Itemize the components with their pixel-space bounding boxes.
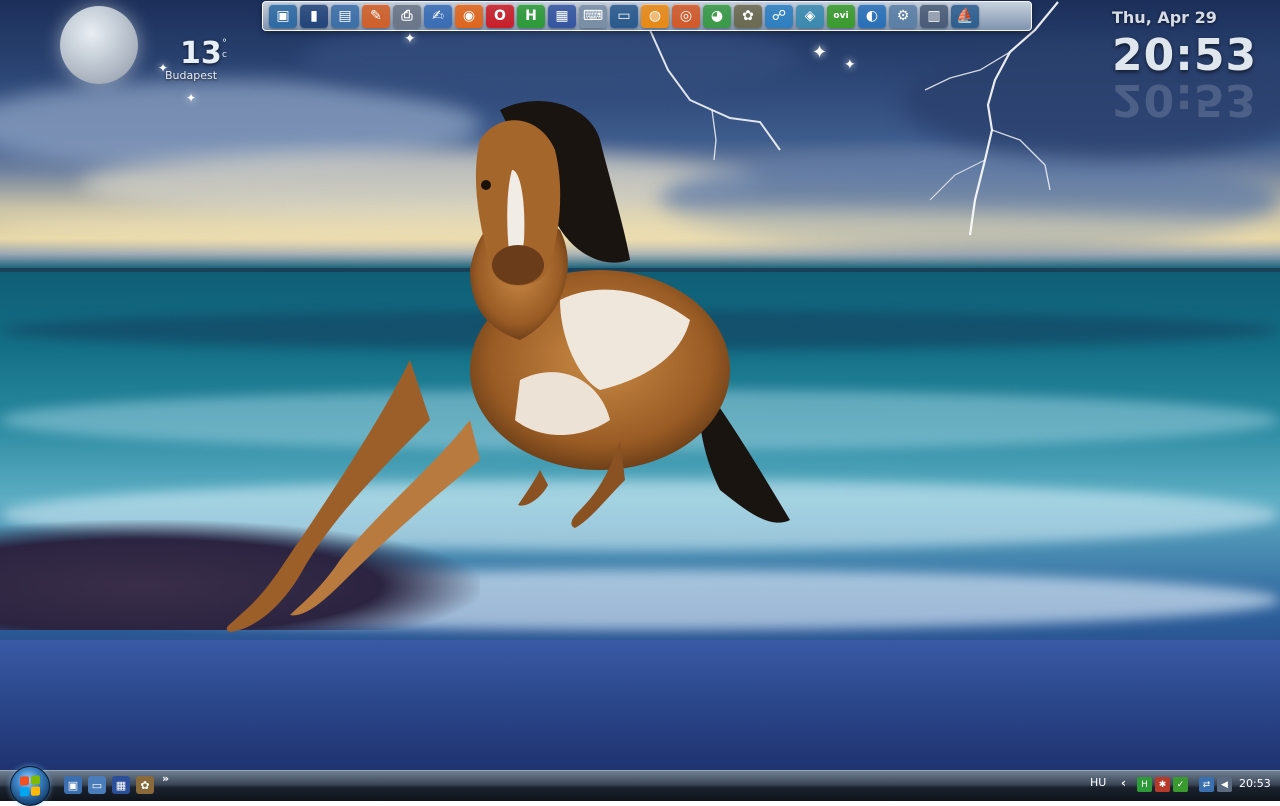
pencil-app-icon[interactable]: ✎ <box>362 4 390 28</box>
quick-launch-screen-icon[interactable]: ▣ <box>64 776 82 794</box>
floppy-disk-icon[interactable]: ▦ <box>548 4 576 28</box>
desktop-wallpaper: ✦ ✦ ✦ ✦ ✦ <box>0 0 1280 770</box>
moon-weather-icon <box>60 6 138 84</box>
tray-app-icon[interactable]: ✱ <box>1155 777 1170 792</box>
star-sparkle-icon: ✦ <box>186 91 197 105</box>
settings-icon[interactable]: ⚙ <box>889 4 917 28</box>
tray-h-icon[interactable]: H <box>1137 777 1152 792</box>
windows-logo-icon <box>20 775 40 797</box>
quick-launch-desktop-icon[interactable]: ▭ <box>88 776 106 794</box>
quick-launch-save-icon[interactable]: ▦ <box>112 776 130 794</box>
tray-network-icon[interactable]: ⇄ <box>1199 777 1214 792</box>
top-dock: ▣ ▮ ▤ ✎ ⎙ ✍ ◉ O H ▦ ⌨ ▭ ◍ ◎ ◕ ✿ ☍ ◈ ovi ◐ ⚙ ▥ ⛵ <box>262 1 1032 31</box>
screen-capture-icon[interactable]: ▣ <box>269 4 297 28</box>
firefox-icon[interactable]: ◉ <box>455 4 483 28</box>
quick-launch-more-button[interactable]: » <box>162 772 169 785</box>
computer-tower-icon[interactable]: ▮ <box>300 4 328 28</box>
globe-icon[interactable]: ◐ <box>858 4 886 28</box>
star-sparkle-icon: ✦ <box>404 31 416 47</box>
orange-swirl-icon[interactable]: ◍ <box>641 4 669 28</box>
tray-check-icon[interactable]: ✓ <box>1173 777 1188 792</box>
chrome-icon[interactable]: ◕ <box>703 4 731 28</box>
opera-icon[interactable]: O <box>486 4 514 28</box>
tray-volume-icon[interactable]: ◀ <box>1217 777 1232 792</box>
weather-unit: c <box>222 50 227 60</box>
start-button[interactable] <box>10 766 50 806</box>
quick-launch-gimp-icon[interactable]: ✿ <box>136 776 154 794</box>
cube-icon[interactable]: ◈ <box>796 4 824 28</box>
monitor-icon[interactable]: ▭ <box>610 4 638 28</box>
taskbar <box>0 770 1280 801</box>
star-sparkle-icon: ✦ <box>844 57 856 73</box>
ovi-icon[interactable]: ovi <box>827 4 855 28</box>
taskbar-clock[interactable]: 20:53 <box>1239 777 1271 790</box>
language-indicator[interactable]: HU <box>1090 776 1106 789</box>
keyboard-icon[interactable]: ⌨ <box>579 4 607 28</box>
disc-icon[interactable]: ◎ <box>672 4 700 28</box>
spreadsheet-icon[interactable]: H <box>517 4 545 28</box>
weather-city: Budapest <box>165 69 218 82</box>
show-hidden-icons-button[interactable]: ‹ <box>1121 776 1126 790</box>
network-icon[interactable]: ☍ <box>765 4 793 28</box>
printer-icon[interactable]: ⎙ <box>393 4 421 28</box>
word-processor-icon[interactable]: ✍ <box>424 4 452 28</box>
gimp-icon[interactable]: ✿ <box>734 4 762 28</box>
star-sparkle-icon: ✦ <box>812 42 828 63</box>
weather-degree-symbol: ° <box>222 38 227 49</box>
documents-icon[interactable]: ▤ <box>331 4 359 28</box>
weather-temperature: 13 <box>180 36 222 71</box>
ship-icon[interactable]: ⛵ <box>951 4 979 28</box>
clock-date: Thu, Apr 29 <box>1112 8 1217 27</box>
clock-time-reflection: 20:53 <box>1112 74 1258 125</box>
terminal-icon[interactable]: ▥ <box>920 4 948 28</box>
